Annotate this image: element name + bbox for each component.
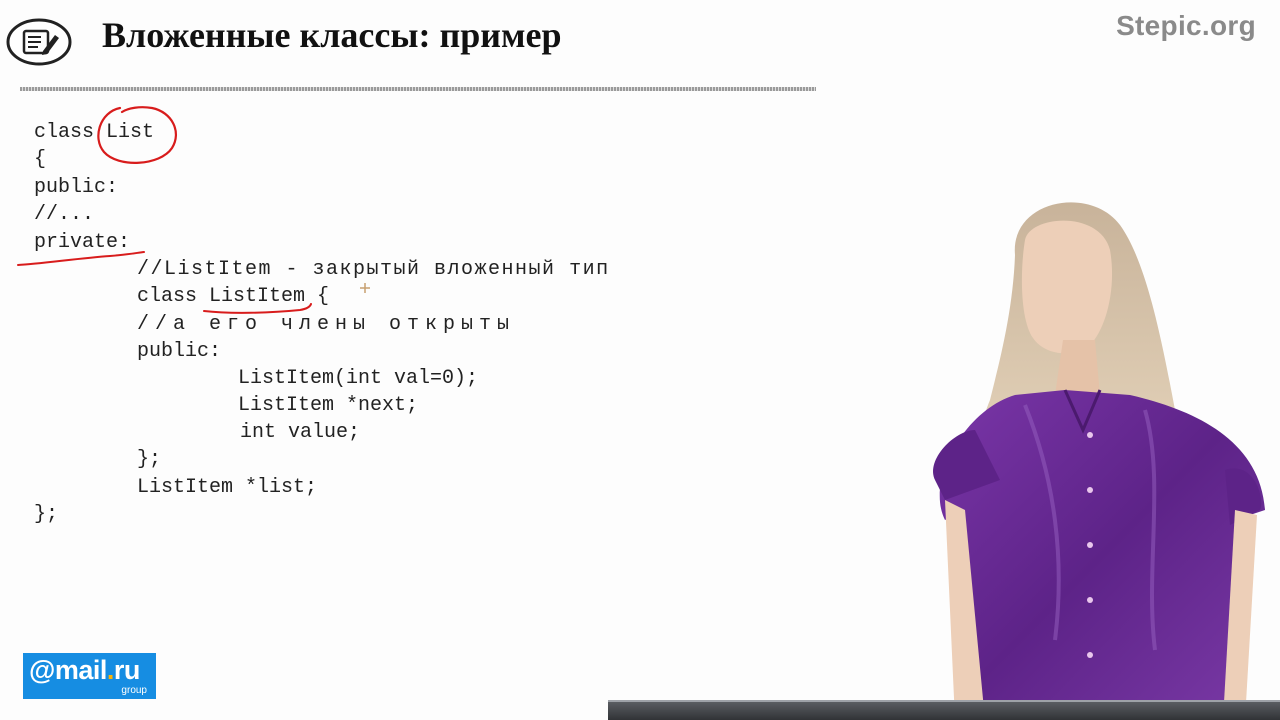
code-line: class ListItem { [137,285,330,308]
brand-label: Stepic.org [1116,10,1256,41]
code-line: private: [34,231,131,254]
presenter-video [933,202,1265,720]
code-line: }; [34,503,59,526]
code-line: ListItem *list; [137,476,318,499]
code-line: ListItem(int val=0); [238,367,479,390]
code-line: public: [137,340,222,363]
code-line: int value; [240,421,361,444]
lecture-frame: Вложенные классы: пример Stepic.org clas… [0,0,1280,720]
logo-dot: . [106,655,115,685]
code-line: { [34,148,47,171]
code-line: ListItem *next; [238,394,419,417]
logo-tld: ru [113,655,141,685]
code-line: class List [34,121,155,144]
code-line: //... [34,203,95,226]
logo-main-text: @mail [29,655,107,685]
code-line: //а его члены открыты [137,313,516,336]
mailru-group-logo: @mail.ru group [23,653,156,699]
code-line: public: [34,176,119,199]
code-line: }; [137,448,162,471]
code-line: //ListItem - закрытый вложенный тип [137,258,610,281]
keyboard-edge [608,700,1280,720]
logo-subtext: group [121,685,147,696]
code-block: class List { public: //... private: //Li… [0,0,900,540]
